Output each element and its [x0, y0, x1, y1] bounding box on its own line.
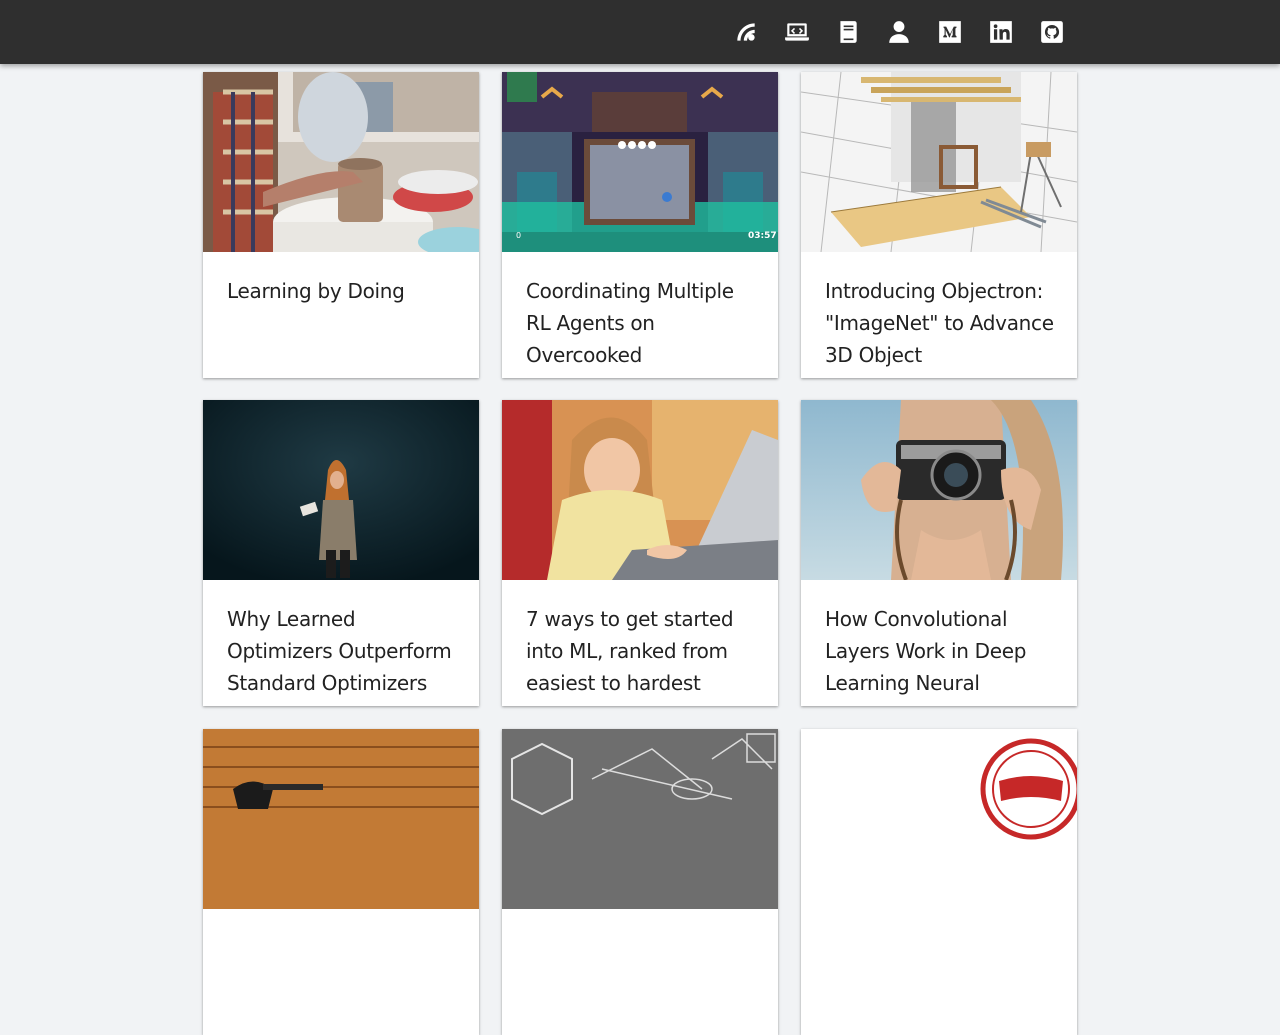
girl-reading-image — [203, 400, 479, 580]
game-score: 0 — [516, 231, 521, 240]
article-title: How Convolutional Layers Work in Deep Le… — [825, 607, 1027, 706]
article-grid: Learning by Doing 0 03:57 Coordinating M… — [0, 0, 1280, 1035]
blog-icon[interactable] — [731, 17, 761, 47]
github-icon[interactable] — [1037, 17, 1067, 47]
chalkboard-math-image — [502, 729, 778, 909]
linkedin-icon[interactable] — [986, 17, 1016, 47]
article-title: Coordinating Multiple RL Agents on Overc… — [526, 279, 734, 367]
article-card[interactable]: 7 ways to get started into ML, ranked fr… — [502, 400, 778, 706]
article-title: Introducing Objectron: "ImageNet" to Adv… — [825, 279, 1054, 378]
laptop-code-icon[interactable] — [782, 17, 812, 47]
guitar-wood-image — [203, 729, 479, 909]
article-card[interactable]: 0 03:57 Coordinating Multiple RL Agents … — [502, 72, 778, 378]
article-card[interactable]: Learning by Doing — [203, 72, 479, 378]
article-card[interactable]: Why Learned Optimizers Outperform Standa… — [203, 400, 479, 706]
best-seller-stamp-image — [801, 729, 1077, 909]
medium-icon[interactable] — [935, 17, 965, 47]
blueprint-model-image — [801, 72, 1077, 252]
article-card[interactable] — [502, 729, 778, 1035]
pottery-wheel-image — [203, 72, 479, 252]
top-navbar — [0, 0, 1280, 64]
user-icon[interactable] — [884, 17, 914, 47]
game-timer: 03:57 — [748, 231, 777, 241]
article-card[interactable]: How Convolutional Layers Work in Deep Le… — [801, 400, 1077, 706]
article-title: Learning by Doing — [227, 279, 405, 303]
article-card[interactable]: Introducing Objectron: "ImageNet" to Adv… — [801, 72, 1077, 378]
child-laptop-image — [502, 400, 778, 580]
article-card[interactable] — [203, 729, 479, 1035]
article-title: 7 ways to get started into ML, ranked fr… — [526, 607, 734, 695]
woman-camera-image — [801, 400, 1077, 580]
nav-icon-bar — [731, 17, 1088, 47]
article-title: Why Learned Optimizers Outperform Standa… — [227, 607, 452, 706]
article-card[interactable] — [801, 729, 1077, 1035]
overcooked-game-image: 0 03:57 — [502, 72, 778, 252]
book-icon[interactable] — [833, 17, 863, 47]
